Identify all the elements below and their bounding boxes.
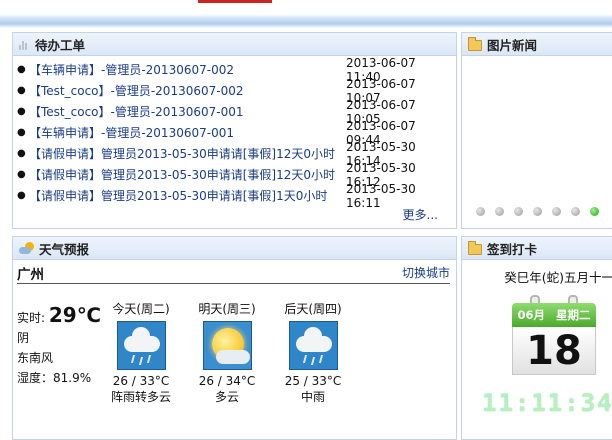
forecast-day-label: 明天(周三) — [198, 302, 256, 316]
switch-city-link[interactable]: 切换城市 — [402, 264, 450, 281]
calendar-widget[interactable]: 06月 星期二 18 — [512, 293, 596, 379]
todo-list: ● 【车辆申请】-管理员-20130607-002 2013-06-07 11:40… — [13, 56, 456, 210]
now-condition: 阴 — [17, 331, 30, 345]
folder-icon — [468, 241, 482, 255]
todo-panel-header: 待办工单 — [13, 33, 456, 56]
todo-item-link[interactable]: 【Test_coco】-管理员-20130607-001 — [29, 103, 346, 120]
todo-item-link[interactable]: 【车辆申请】-管理员-20130607-002 — [29, 61, 346, 78]
top-header-bar — [0, 0, 612, 28]
digital-clock: 11:11:34 — [482, 389, 612, 417]
forecast-desc: 阵雨转多云 — [110, 390, 171, 404]
forecast-day-after: 后天(周四) 25 / 33°C 中雨 — [273, 300, 353, 405]
sun-cloud-icon — [202, 321, 252, 370]
todo-panel: 待办工单 ● 【车辆申请】-管理员-20130607-002 2013-06-07 … — [12, 32, 457, 229]
forecast-day-label: 今天(周二) — [112, 302, 170, 316]
calendar-header: 06月 星期二 — [512, 303, 596, 327]
bullet-icon: ● — [17, 106, 26, 117]
now-humidity: 湿度：81.9% — [17, 371, 92, 385]
slideshow-dots — [476, 207, 599, 216]
forecast-tomorrow: 明天(周三) 26 / 34°C 多云 — [187, 300, 267, 405]
current-weather: 实时: 29℃ 阴 东南风 湿度：81.9% — [17, 301, 107, 388]
city-name: 广州 — [17, 266, 44, 283]
bullet-icon: ● — [17, 190, 26, 201]
city-row: 广州 切换城市 — [17, 262, 450, 284]
slide-dot[interactable] — [533, 207, 542, 216]
todo-item-link[interactable]: 【请假申请】管理员2013-05-30申请请[事假]1天0小时 — [29, 187, 346, 204]
todo-item-link[interactable]: 【Test_coco】-管理员-20130607-002 — [29, 82, 346, 99]
now-label: 实时: — [17, 311, 46, 325]
weather-icon — [19, 241, 34, 255]
weather-panel-title: 天气预报 — [39, 241, 90, 257]
forecast-today: 今天(周二) 26 / 33°C 阵雨转多云 — [101, 300, 181, 405]
photo-news-title: 图片新闻 — [487, 37, 538, 53]
top-red-marker — [198, 0, 272, 3]
todo-item-link[interactable]: 【请假申请】管理员2013-05-30申请请[事假]12天0小时 — [29, 145, 346, 162]
slide-dot[interactable] — [514, 207, 523, 216]
bar-chart-icon — [19, 38, 30, 51]
slide-dot[interactable] — [552, 207, 561, 216]
photo-news-header: 图片新闻 — [462, 33, 612, 56]
todo-item-link[interactable]: 【车辆申请】-管理员-20130607-001 — [29, 124, 346, 141]
more-link[interactable]: 更多... — [403, 206, 438, 223]
rain-cloud-icon — [288, 321, 338, 370]
lunar-date: 癸巳年(蛇)五月十一 — [504, 270, 612, 285]
forecast-temp: 26 / 34°C — [198, 374, 256, 388]
now-temperature: 29℃ — [48, 303, 101, 327]
bullet-icon: ● — [17, 127, 26, 138]
forecast-temp: 26 / 33°C — [112, 374, 170, 388]
forecast-desc: 中雨 — [300, 390, 325, 404]
weather-panel: 天气预报 广州 切换城市 实时: 29℃ 阴 东南风 湿度：81.9% 今天(周… — [12, 236, 457, 440]
forecast-day-label: 后天(周四) — [284, 302, 342, 316]
calendar-day: 18 — [512, 327, 596, 375]
weather-panel-header: 天气预报 — [13, 237, 456, 260]
checkin-panel-title: 签到打卡 — [487, 241, 538, 257]
todo-item-link[interactable]: 【请假申请】管理员2013-05-30申请请[事假]12天0小时 — [29, 166, 346, 183]
rain-cloud-icon — [116, 321, 166, 370]
slide-dot[interactable] — [476, 207, 485, 216]
calendar-weekday: 星期二 — [555, 308, 591, 322]
slide-dot[interactable] — [495, 207, 504, 216]
forecast-desc: 多云 — [214, 390, 239, 404]
bullet-icon: ● — [17, 64, 26, 75]
calendar-month: 06月 — [517, 308, 545, 322]
bullet-icon: ● — [17, 169, 26, 180]
bullet-icon: ● — [17, 148, 26, 159]
folder-icon — [468, 37, 482, 51]
checkin-panel: 签到打卡 癸巳年(蛇)五月十一 06月 星期二 18 11:11:34 — [461, 236, 612, 440]
bullet-icon: ● — [17, 85, 26, 96]
slide-dot-active[interactable] — [590, 207, 599, 216]
slide-dot[interactable] — [571, 207, 580, 216]
todo-panel-title: 待办工单 — [35, 37, 86, 53]
now-wind: 东南风 — [17, 351, 54, 365]
photo-news-panel: 图片新闻 — [461, 32, 612, 229]
forecast-temp: 25 / 33°C — [284, 374, 342, 388]
list-item[interactable]: ● 【请假申请】管理员2013-05-30申请请[事假]1天0小时 2013-05-… — [17, 182, 450, 210]
checkin-panel-header: 签到打卡 — [462, 237, 612, 260]
